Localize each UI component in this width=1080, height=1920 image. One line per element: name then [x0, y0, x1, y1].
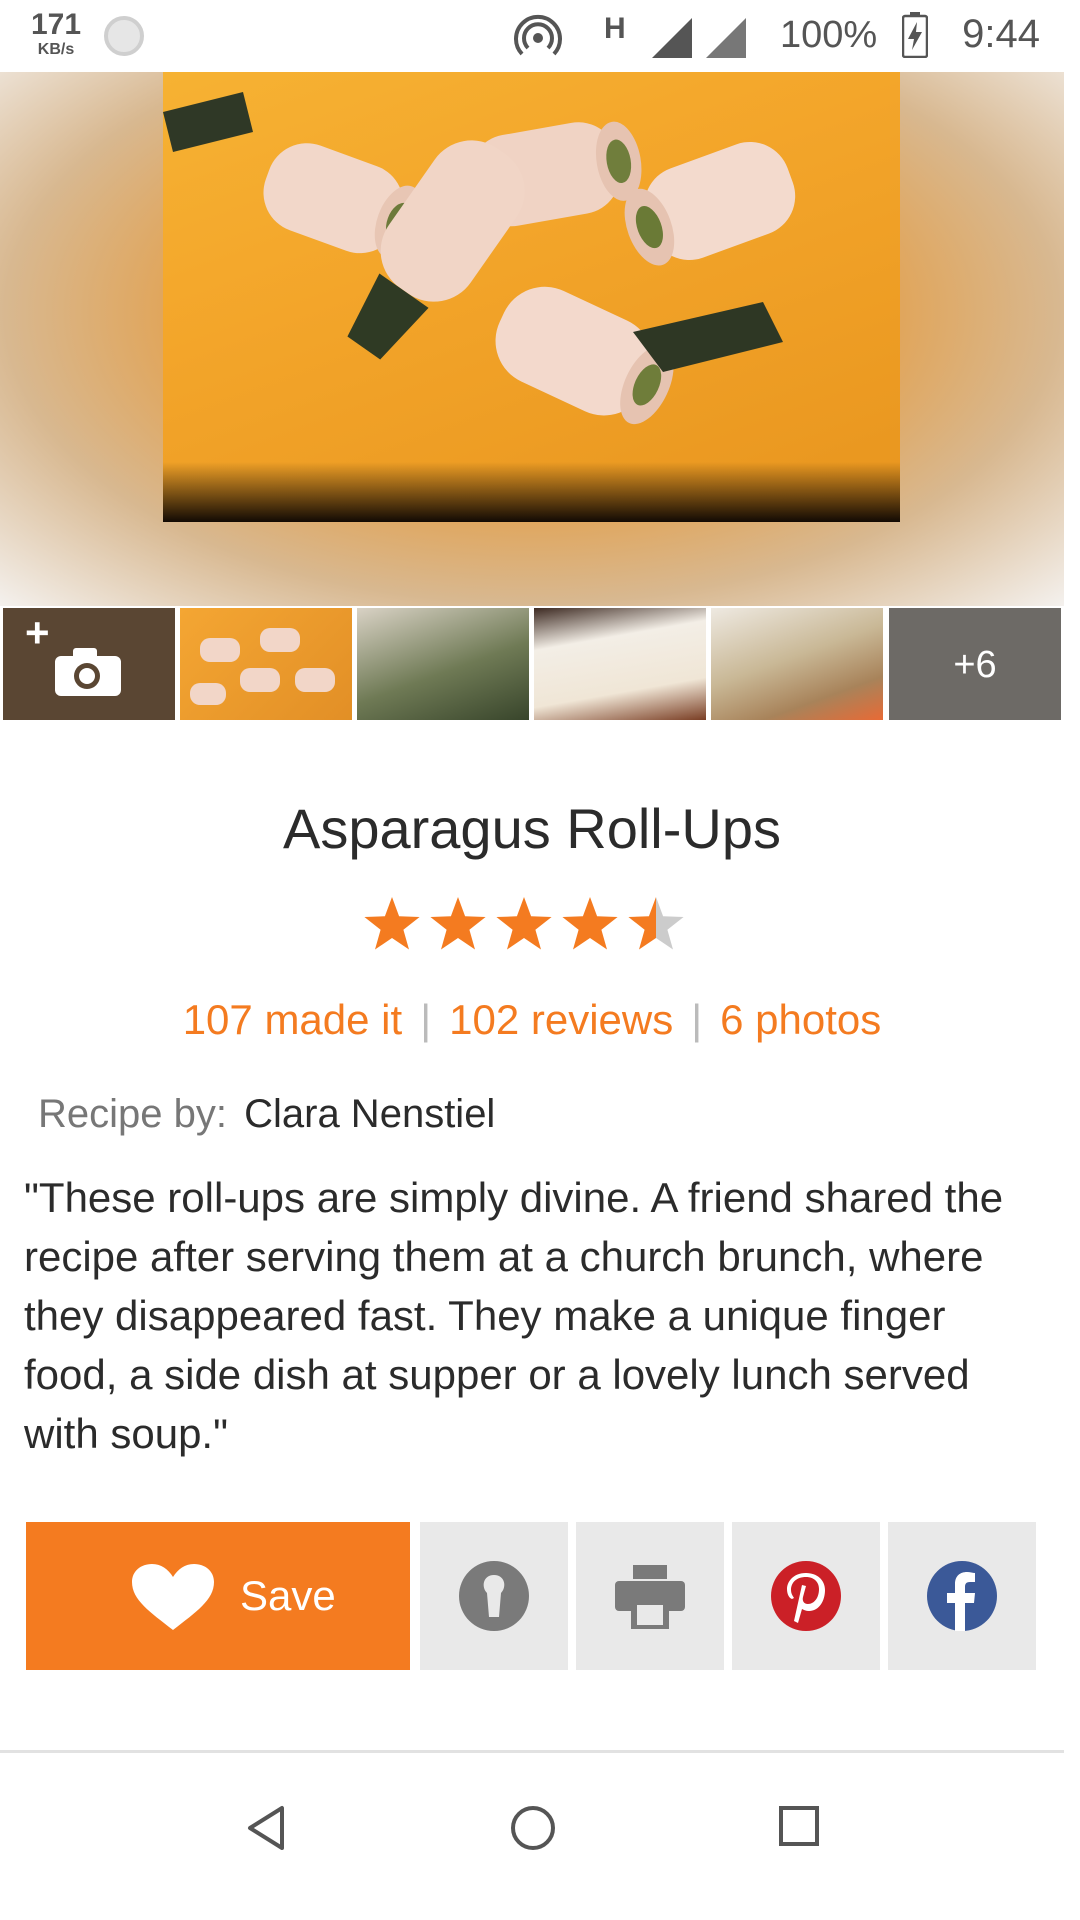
author-link[interactable]: Clara Nenstiel	[244, 1092, 495, 1136]
recipe-author-line: Recipe by: Clara Nenstiel	[38, 1092, 495, 1137]
network-speed-unit: KB/s	[37, 41, 75, 58]
status-bar: 171 KB/s H 100% 9:44	[0, 0, 1080, 72]
star-icon	[628, 897, 684, 950]
pinterest-icon	[771, 1561, 841, 1631]
more-photos-count: +6	[953, 644, 997, 686]
asparagus-rollups-illustration	[163, 92, 796, 425]
print-button[interactable]	[576, 1522, 724, 1670]
network-speed-value: 171	[30, 8, 82, 41]
signal-strength-icon	[706, 18, 746, 58]
save-button[interactable]: Save	[26, 1522, 410, 1670]
camera-icon	[55, 648, 121, 696]
battery-percent: 100%	[780, 14, 878, 56]
recipe-description: "These roll-ups are simply divine. A fri…	[24, 1174, 1004, 1457]
divider: |	[691, 996, 703, 1043]
star-icon	[364, 897, 420, 950]
star-icon	[562, 897, 618, 950]
recipe-by-label: Recipe by:	[38, 1092, 227, 1136]
network-speed-indicator: 171 KB/s	[26, 10, 86, 58]
photos-link[interactable]: 6 photos	[720, 996, 881, 1043]
add-photo-button[interactable]: +	[3, 608, 175, 720]
back-icon[interactable]	[246, 1805, 286, 1851]
more-photos-button[interactable]: +6	[889, 608, 1061, 720]
pinterest-share-button[interactable]	[732, 1522, 880, 1670]
photo-thumbnail-strip: + +6	[0, 608, 1064, 724]
save-button-label: Save	[240, 1572, 336, 1619]
system-navigation-bar	[0, 1753, 1080, 1920]
made-it-link[interactable]: 107 made it	[183, 996, 402, 1043]
recipe-title: Asparagus Roll-Ups	[283, 797, 781, 860]
printer-icon	[615, 1565, 685, 1629]
network-type-label: H	[604, 12, 626, 45]
hero-image-area	[0, 72, 1064, 606]
hotspot-icon	[514, 14, 562, 56]
battery-charging-icon	[902, 12, 928, 58]
photo-thumbnail[interactable]	[534, 608, 706, 720]
signal-strength-icon	[652, 18, 692, 58]
star-icon	[496, 897, 552, 950]
recipe-main-photo[interactable]	[163, 72, 900, 522]
recents-icon[interactable]	[778, 1805, 820, 1847]
facebook-icon	[927, 1561, 997, 1631]
facebook-share-button[interactable]	[888, 1522, 1036, 1670]
recipe-stats: 107 made it | 102 reviews | 6 photos	[0, 996, 1064, 1044]
heart-icon	[132, 1564, 214, 1630]
rollups-thumbnail-icon	[190, 628, 335, 705]
photo-thumbnail[interactable]	[711, 608, 883, 720]
divider: |	[420, 996, 432, 1043]
reviews-link[interactable]: 102 reviews	[449, 996, 673, 1043]
plus-icon: +	[25, 609, 50, 656]
star-rating[interactable]	[362, 894, 692, 954]
star-icon	[430, 897, 486, 950]
home-icon[interactable]	[510, 1805, 556, 1851]
clock: 9:44	[962, 12, 1040, 56]
photo-thumbnail[interactable]	[357, 608, 529, 720]
sync-icon	[104, 16, 144, 56]
made-it-button[interactable]	[420, 1522, 568, 1670]
photo-thumbnail[interactable]	[180, 608, 352, 720]
chef-hat-icon	[459, 1561, 529, 1631]
